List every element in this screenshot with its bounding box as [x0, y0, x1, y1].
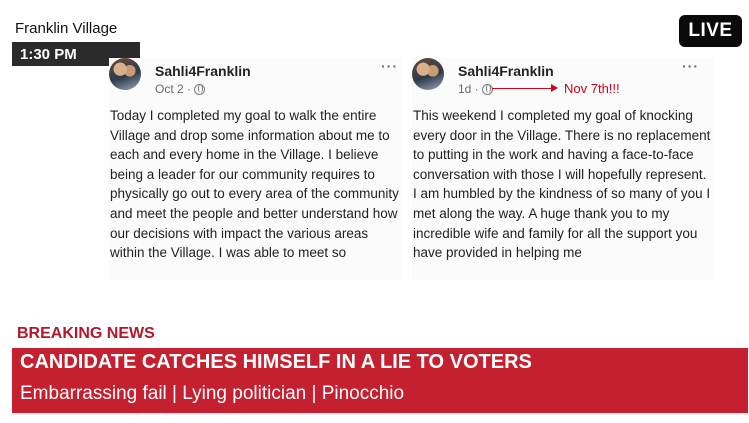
date-annotation: Nov 7th!!! [492, 81, 620, 96]
post-body: This weekend I completed my goal of knoc… [413, 108, 711, 261]
post-author: Sahli4Franklin [458, 63, 554, 79]
post-body: Today I completed my goal to walk the en… [110, 108, 399, 261]
post-meta: 1d · [458, 82, 493, 96]
breaking-news-label: BREAKING NEWS [17, 325, 155, 342]
divider [12, 413, 748, 415]
location-label: Franklin Village [15, 20, 118, 37]
more-options-icon: ··· [381, 58, 398, 74]
post-date: Oct 2 · [155, 82, 192, 96]
facebook-post-oct: Sahli4Franklin Oct 2 · ··· Today I compl… [109, 58, 401, 280]
red-arrow-icon [492, 84, 558, 91]
headline-bar: CANDIDATE CATCHES HIMSELF IN A LIE TO VO… [12, 348, 748, 378]
live-badge: LIVE [679, 15, 742, 47]
subline-bar: Embarrassing fail | Lying politician | P… [12, 378, 748, 413]
facebook-post-recent: Sahli4Franklin 1d · Nov 7th!!! ··· This … [412, 58, 714, 280]
more-options-icon: ··· [682, 58, 699, 74]
post-date: 1d · [458, 82, 479, 96]
avatar [109, 58, 141, 90]
globe-icon [194, 83, 206, 95]
avatar [412, 58, 444, 90]
post-meta: Oct 2 · [155, 82, 206, 96]
news-frame: Franklin Village 1:30 PM LIVE Sahli4Fran… [0, 0, 749, 423]
annotation-text: Nov 7th!!! [564, 81, 620, 96]
post-author: Sahli4Franklin [155, 63, 251, 79]
